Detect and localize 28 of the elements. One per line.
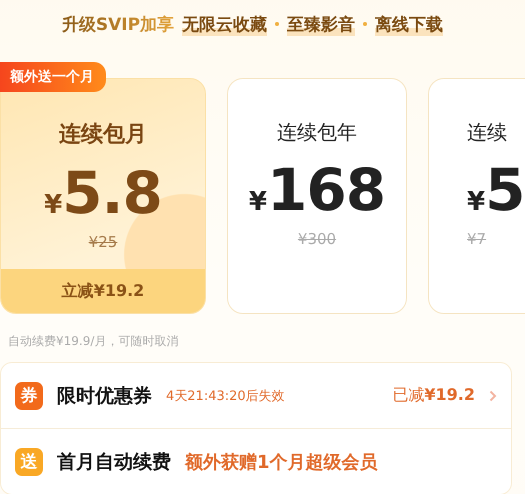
plan-name: 连续包月	[59, 121, 147, 149]
plan-name: 连续	[467, 119, 507, 146]
original-price: ¥300	[298, 230, 336, 248]
discount-bar: 立减¥19.2	[1, 269, 205, 313]
offer-detail: 4天21:43:20后失效	[166, 388, 285, 404]
bonus-tag: 额外送一个月	[0, 62, 106, 92]
offer-icon: 送	[15, 448, 43, 476]
chevron-icon[interactable]	[489, 390, 497, 402]
renewal-note: 自动续费¥19.9/月，可随时取消	[8, 333, 180, 350]
promo-headline: 升级SVIP加享	[62, 12, 174, 36]
currency-sign: ¥	[44, 190, 62, 220]
currency-sign: ¥	[467, 187, 486, 217]
feature-label: 无限云收藏	[182, 12, 268, 36]
plan-card[interactable]: 连续 ¥5 ¥7	[428, 78, 525, 314]
plan-price: 168	[267, 156, 386, 224]
currency-sign: ¥	[248, 187, 267, 217]
feature-label: 离线下载	[375, 12, 444, 36]
offer-detail: 额外获赠1个月超级会员	[185, 450, 378, 474]
plan-price: 5	[485, 156, 525, 224]
offer-title: 首月自动续费	[57, 450, 171, 474]
original-price: ¥25	[88, 233, 118, 251]
original-price: ¥7	[467, 230, 486, 248]
offer-title: 限时优惠券	[57, 384, 152, 408]
plan-card[interactable]: 连续包年 ¥168 ¥300	[227, 78, 407, 314]
offer-icon: 券	[15, 382, 43, 410]
plan-price: 5.8	[62, 159, 162, 227]
feature-label: 至臻影音	[287, 12, 356, 36]
plan-name: 连续包年	[277, 119, 357, 146]
